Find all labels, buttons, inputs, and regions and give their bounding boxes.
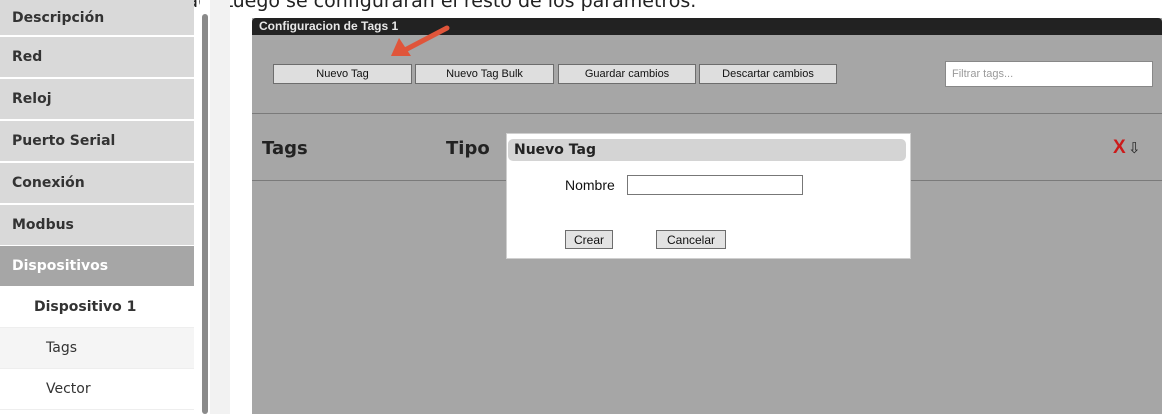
sidebar-scrollbar-thumb[interactable] (202, 14, 208, 414)
sidebar-item-conexion[interactable]: Conexión (0, 163, 194, 204)
sidebar-item-reloj[interactable]: Reloj (0, 79, 194, 120)
sidebar-item-label: Dispositivo 1 (34, 299, 137, 315)
dialog-title: Nuevo Tag (508, 139, 906, 161)
sidebar-item-label: Conexión (12, 175, 85, 191)
filter-tags-input[interactable] (945, 61, 1153, 87)
sidebar-item-dispositivos[interactable]: Dispositivos (0, 246, 194, 287)
column-header-tipo: Tipo (446, 138, 490, 159)
sidebar-item-dispositivo-1[interactable]: Dispositivo 1 (0, 287, 194, 328)
sidebar-item-label: Puerto Serial (12, 133, 116, 149)
delete-icon[interactable]: X (1113, 137, 1126, 159)
sidebar-item-vector[interactable]: Vector (0, 369, 194, 410)
create-button[interactable]: Crear (565, 230, 613, 249)
new-tag-bulk-button[interactable]: Nuevo Tag Bulk (415, 64, 554, 84)
sidebar-item-label: Descripción (12, 9, 105, 26)
sidebar-item-red[interactable]: Red (0, 37, 194, 78)
sidebar-item-label: Tags (46, 340, 77, 356)
sidebar-item-label: Vector (46, 381, 91, 397)
content-gutter (210, 0, 230, 414)
sidebar-item-descripcion[interactable]: Descripción (0, 0, 194, 36)
divider (252, 113, 1162, 114)
column-header-tags: Tags (262, 138, 308, 159)
sidebar-item-modbus[interactable]: Modbus (0, 205, 194, 246)
sidebar-item-puerto-serial[interactable]: Puerto Serial (0, 121, 194, 162)
save-changes-button[interactable]: Guardar cambios (558, 64, 696, 84)
arrow-down-icon[interactable]: ⇩ (1128, 139, 1141, 157)
new-tag-button[interactable]: Nuevo Tag (273, 64, 412, 84)
sidebar-item-label: Dispositivos (12, 258, 109, 274)
sidebar-item-tags[interactable]: Tags (0, 328, 194, 369)
name-input[interactable] (627, 175, 803, 195)
sidebar: Descripción Red Reloj Puerto Serial Cone… (0, 0, 194, 414)
cancel-button[interactable]: Cancelar (656, 230, 726, 249)
name-label: Nombre (565, 177, 615, 193)
discard-changes-button[interactable]: Descartar cambios (699, 64, 837, 84)
sidebar-item-label: Modbus (12, 217, 74, 233)
sidebar-item-label: Red (12, 49, 43, 65)
sidebar-item-label: Reloj (12, 91, 52, 107)
annotation-arrow-icon (391, 25, 450, 56)
